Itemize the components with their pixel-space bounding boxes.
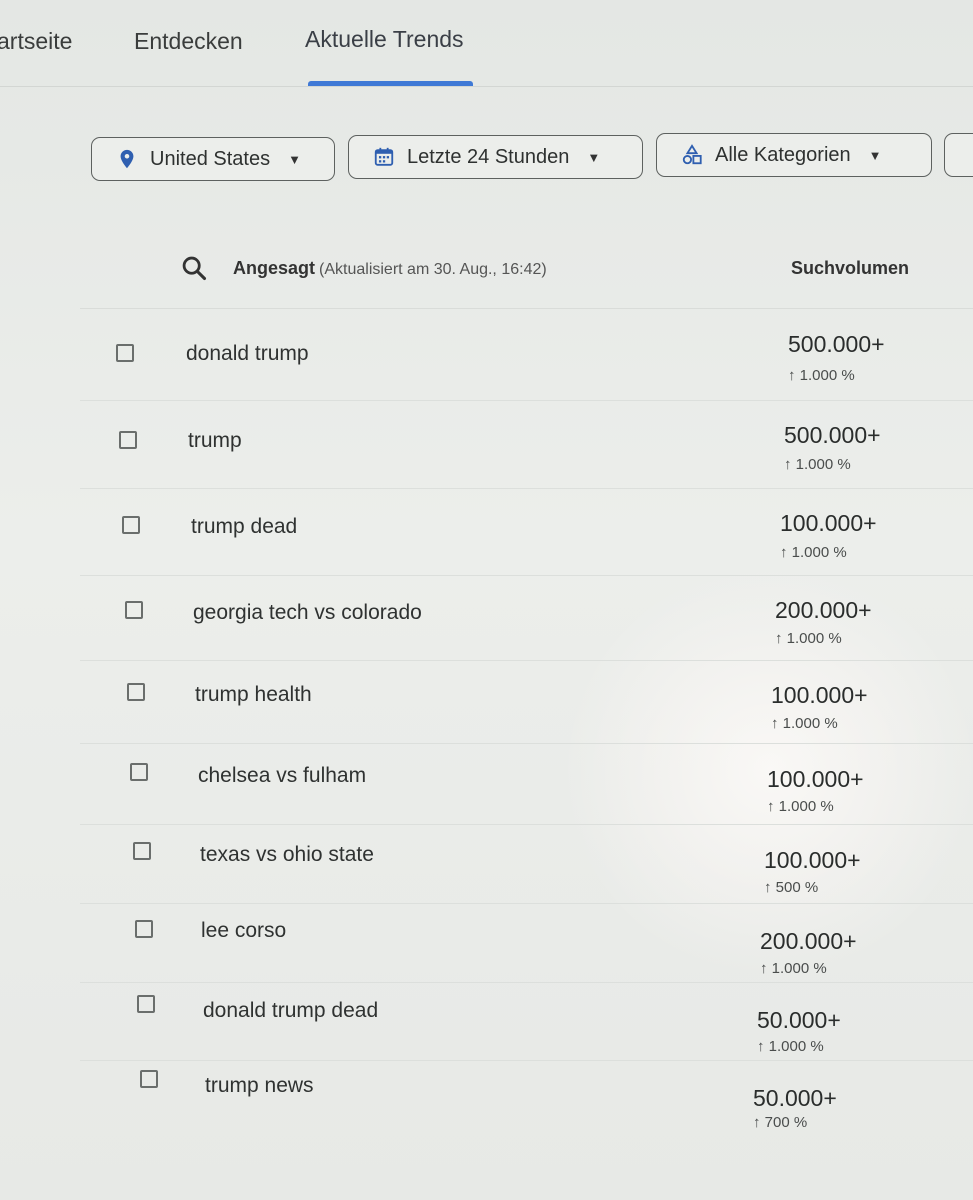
row-checkbox[interactable] xyxy=(116,344,134,362)
row-checkbox[interactable] xyxy=(130,763,148,781)
arrow-up-icon: ↑ xyxy=(753,1114,761,1131)
change-value: 1.000 % xyxy=(768,1038,824,1055)
change-value: 1.000 % xyxy=(778,798,834,815)
row-checkbox[interactable] xyxy=(125,601,143,619)
table-title-text: Angesagt xyxy=(233,258,316,278)
location-pin-icon xyxy=(116,148,138,170)
arrow-up-icon: ↑ xyxy=(764,879,772,896)
trend-term: chelsea vs fulham xyxy=(198,764,367,787)
location-filter[interactable]: United States ▼ xyxy=(91,137,335,181)
arrow-up-icon: ↑ xyxy=(767,798,775,815)
volume-change: ↑ 1.000 % xyxy=(757,1038,824,1055)
last-updated-text: (Aktualisiert am 30. Aug., 16:42) xyxy=(319,261,547,278)
location-filter-value: United States xyxy=(150,147,271,170)
time-range-filter-value: Letzte 24 Stunden xyxy=(407,145,570,168)
volume-change: ↑ 700 % xyxy=(753,1114,807,1131)
category-shapes-icon xyxy=(681,144,703,166)
table-row[interactable]: trump news 50.000+ ↑ 700 % xyxy=(80,1060,973,1140)
row-checkbox[interactable] xyxy=(122,516,140,534)
tab-aktuelle-trends[interactable]: Aktuelle Trends xyxy=(305,26,464,53)
arrow-up-icon: ↑ xyxy=(784,456,792,473)
chevron-down-icon: ▼ xyxy=(587,149,601,165)
table-row[interactable]: trump dead 100.000+ ↑ 1.000 % xyxy=(80,488,973,576)
trend-term: trump news xyxy=(205,1074,314,1097)
arrow-up-icon: ↑ xyxy=(780,544,788,561)
volume-change: ↑ 1.000 % xyxy=(760,960,827,977)
chevron-down-icon: ▼ xyxy=(868,147,882,163)
change-value: 500 % xyxy=(775,879,819,896)
trend-term: donald trump xyxy=(186,342,309,365)
volume-change: ↑ 1.000 % xyxy=(780,544,847,561)
search-volume: 500.000+ xyxy=(784,422,881,448)
change-value: 1.000 % xyxy=(791,544,847,561)
volume-change: ↑ 1.000 % xyxy=(788,367,855,384)
search-volume: 200.000+ xyxy=(760,928,857,954)
table-row[interactable]: texas vs ohio state 100.000+ ↑ 500 % xyxy=(80,824,973,904)
table-title: Angesagt (Aktualisiert am 30. Aug., 16:42… xyxy=(233,258,547,279)
category-filter[interactable]: Alle Kategorien ▼ xyxy=(656,133,932,177)
tab-startseite[interactable]: artseite xyxy=(0,28,72,55)
trend-term: trump dead xyxy=(191,515,298,538)
trends-table-header: Angesagt (Aktualisiert am 30. Aug., 16:42… xyxy=(80,230,973,309)
row-checkbox[interactable] xyxy=(140,1070,158,1088)
search-volume: 50.000+ xyxy=(753,1085,837,1111)
trend-term: texas vs ohio state xyxy=(200,843,374,866)
change-value: 1.000 % xyxy=(799,367,855,384)
table-row[interactable]: chelsea vs fulham 100.000+ ↑ 1.000 % xyxy=(80,743,973,825)
category-filter-value: Alle Kategorien xyxy=(715,143,851,166)
change-value: 700 % xyxy=(764,1114,808,1131)
change-value: 1.000 % xyxy=(782,715,838,732)
search-volume: 200.000+ xyxy=(775,597,872,623)
table-row[interactable]: trump 500.000+ ↑ 1.000 % xyxy=(80,400,973,489)
page: artseite Entdecken Aktuelle Trends Unite… xyxy=(0,0,973,1200)
chevron-down-icon: ▼ xyxy=(288,151,301,167)
search-icon[interactable] xyxy=(180,254,208,282)
change-value: 1.000 % xyxy=(795,456,851,473)
volume-change: ↑ 1.000 % xyxy=(775,630,842,647)
trend-term: georgia tech vs colorado xyxy=(193,601,422,624)
tab-bar: artseite Entdecken Aktuelle Trends xyxy=(0,0,973,87)
table-row[interactable]: donald trump dead 50.000+ ↑ 1.000 % xyxy=(80,982,973,1061)
row-checkbox[interactable] xyxy=(127,683,145,701)
table-row[interactable]: georgia tech vs colorado 200.000+ ↑ 1.00… xyxy=(80,575,973,661)
volume-change: ↑ 1.000 % xyxy=(767,798,834,815)
search-volume: 50.000+ xyxy=(757,1007,841,1033)
arrow-up-icon: ↑ xyxy=(760,960,768,977)
volume-change: ↑ 1.000 % xyxy=(784,456,851,473)
row-checkbox[interactable] xyxy=(137,995,155,1013)
row-checkbox[interactable] xyxy=(119,431,137,449)
trend-term: trump xyxy=(188,429,242,452)
row-checkbox[interactable] xyxy=(133,842,151,860)
trend-term: trump health xyxy=(195,683,312,706)
search-volume: 100.000+ xyxy=(771,682,868,708)
arrow-up-icon: ↑ xyxy=(788,367,796,384)
table-row[interactable]: lee corso 200.000+ ↑ 1.000 % xyxy=(80,903,973,983)
active-tab-indicator xyxy=(308,81,473,86)
search-volume: 100.000+ xyxy=(780,510,877,536)
change-value: 1.000 % xyxy=(786,630,842,647)
arrow-up-icon: ↑ xyxy=(771,715,779,732)
search-volume: 100.000+ xyxy=(764,847,861,873)
calendar-icon xyxy=(373,146,395,168)
volume-change: ↑ 1.000 % xyxy=(771,715,838,732)
volume-column-header[interactable]: Suchvolumen xyxy=(791,258,909,279)
tab-entdecken[interactable]: Entdecken xyxy=(134,28,243,55)
table-row[interactable]: donald trump 500.000+ ↑ 1.000 % xyxy=(80,309,973,401)
change-value: 1.000 % xyxy=(771,960,827,977)
time-range-filter[interactable]: Letzte 24 Stunden ▼ xyxy=(348,135,643,179)
arrow-up-icon: ↑ xyxy=(757,1038,765,1055)
arrow-up-icon: ↑ xyxy=(775,630,783,647)
search-volume: 500.000+ xyxy=(788,331,885,357)
trend-term: donald trump dead xyxy=(203,999,379,1022)
row-checkbox[interactable] xyxy=(135,920,153,938)
search-volume: 100.000+ xyxy=(767,766,864,792)
table-row[interactable]: trump health 100.000+ ↑ 1.000 % xyxy=(80,660,973,744)
more-filter-button[interactable] xyxy=(944,133,973,177)
volume-change: ↑ 500 % xyxy=(764,879,818,896)
trend-term: lee corso xyxy=(201,919,287,942)
